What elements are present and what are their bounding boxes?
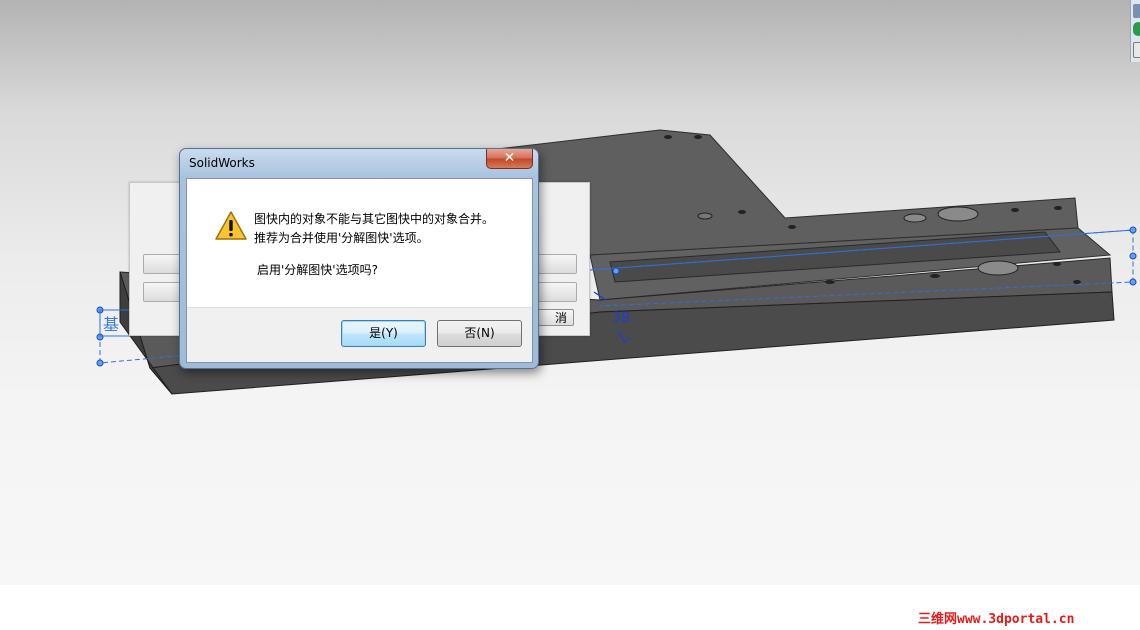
appearance-icon[interactable] <box>1133 22 1140 36</box>
sketch-dimension[interactable]: 38 <box>612 310 630 326</box>
sketch-point[interactable] <box>96 359 104 367</box>
hole <box>1073 280 1081 284</box>
yes-button[interactable]: 是(Y) <box>341 320 426 347</box>
hole <box>697 212 713 220</box>
message-line: 推荐为合并使用'分解图快'选项。 <box>254 231 429 245</box>
sketch-point[interactable] <box>1129 252 1137 260</box>
hole <box>825 280 835 284</box>
document-icon[interactable] <box>1133 42 1140 58</box>
dialog-button-area: 是(Y) 否(N) <box>187 307 532 362</box>
watermark: 三维网www.3dportal.cn <box>918 612 1075 627</box>
hole <box>977 260 1019 276</box>
hole <box>1054 206 1062 210</box>
dialog-client-area: 图快内的对象不能与其它图快中的对象合并。 推荐为合并使用'分解图快'选项。 启用… <box>186 178 533 363</box>
sketch-point[interactable] <box>1129 226 1137 234</box>
hole <box>694 135 702 139</box>
sketch-label: 基 <box>103 315 119 334</box>
hole <box>937 206 979 222</box>
hole <box>930 274 940 278</box>
hole <box>738 210 746 214</box>
warning-icon <box>215 211 247 240</box>
toolbar-button[interactable] <box>1133 4 1140 18</box>
close-button[interactable]: ✕ <box>486 149 533 169</box>
sketch-point[interactable] <box>612 267 620 275</box>
message-line: 图快内的对象不能与其它图快中的对象合并。 <box>254 212 495 226</box>
dialog-title: SolidWorks <box>189 156 255 170</box>
hole <box>1011 208 1019 212</box>
hole <box>788 225 796 229</box>
no-button[interactable]: 否(N) <box>437 320 522 347</box>
hole <box>903 213 927 223</box>
hole <box>664 135 672 139</box>
background-cancel-button[interactable]: 消 <box>536 309 574 326</box>
solidworks-message-box: SolidWorks ✕ 图快内的对象不能与其它图快中的对象合并。 推荐为合并使… <box>179 148 539 369</box>
sketch-point[interactable] <box>1129 278 1137 286</box>
message-question: 启用'分解图快'选项吗? <box>257 263 378 277</box>
hole <box>1053 262 1061 266</box>
right-toolbar <box>1130 0 1140 62</box>
close-icon: ✕ <box>503 150 516 166</box>
